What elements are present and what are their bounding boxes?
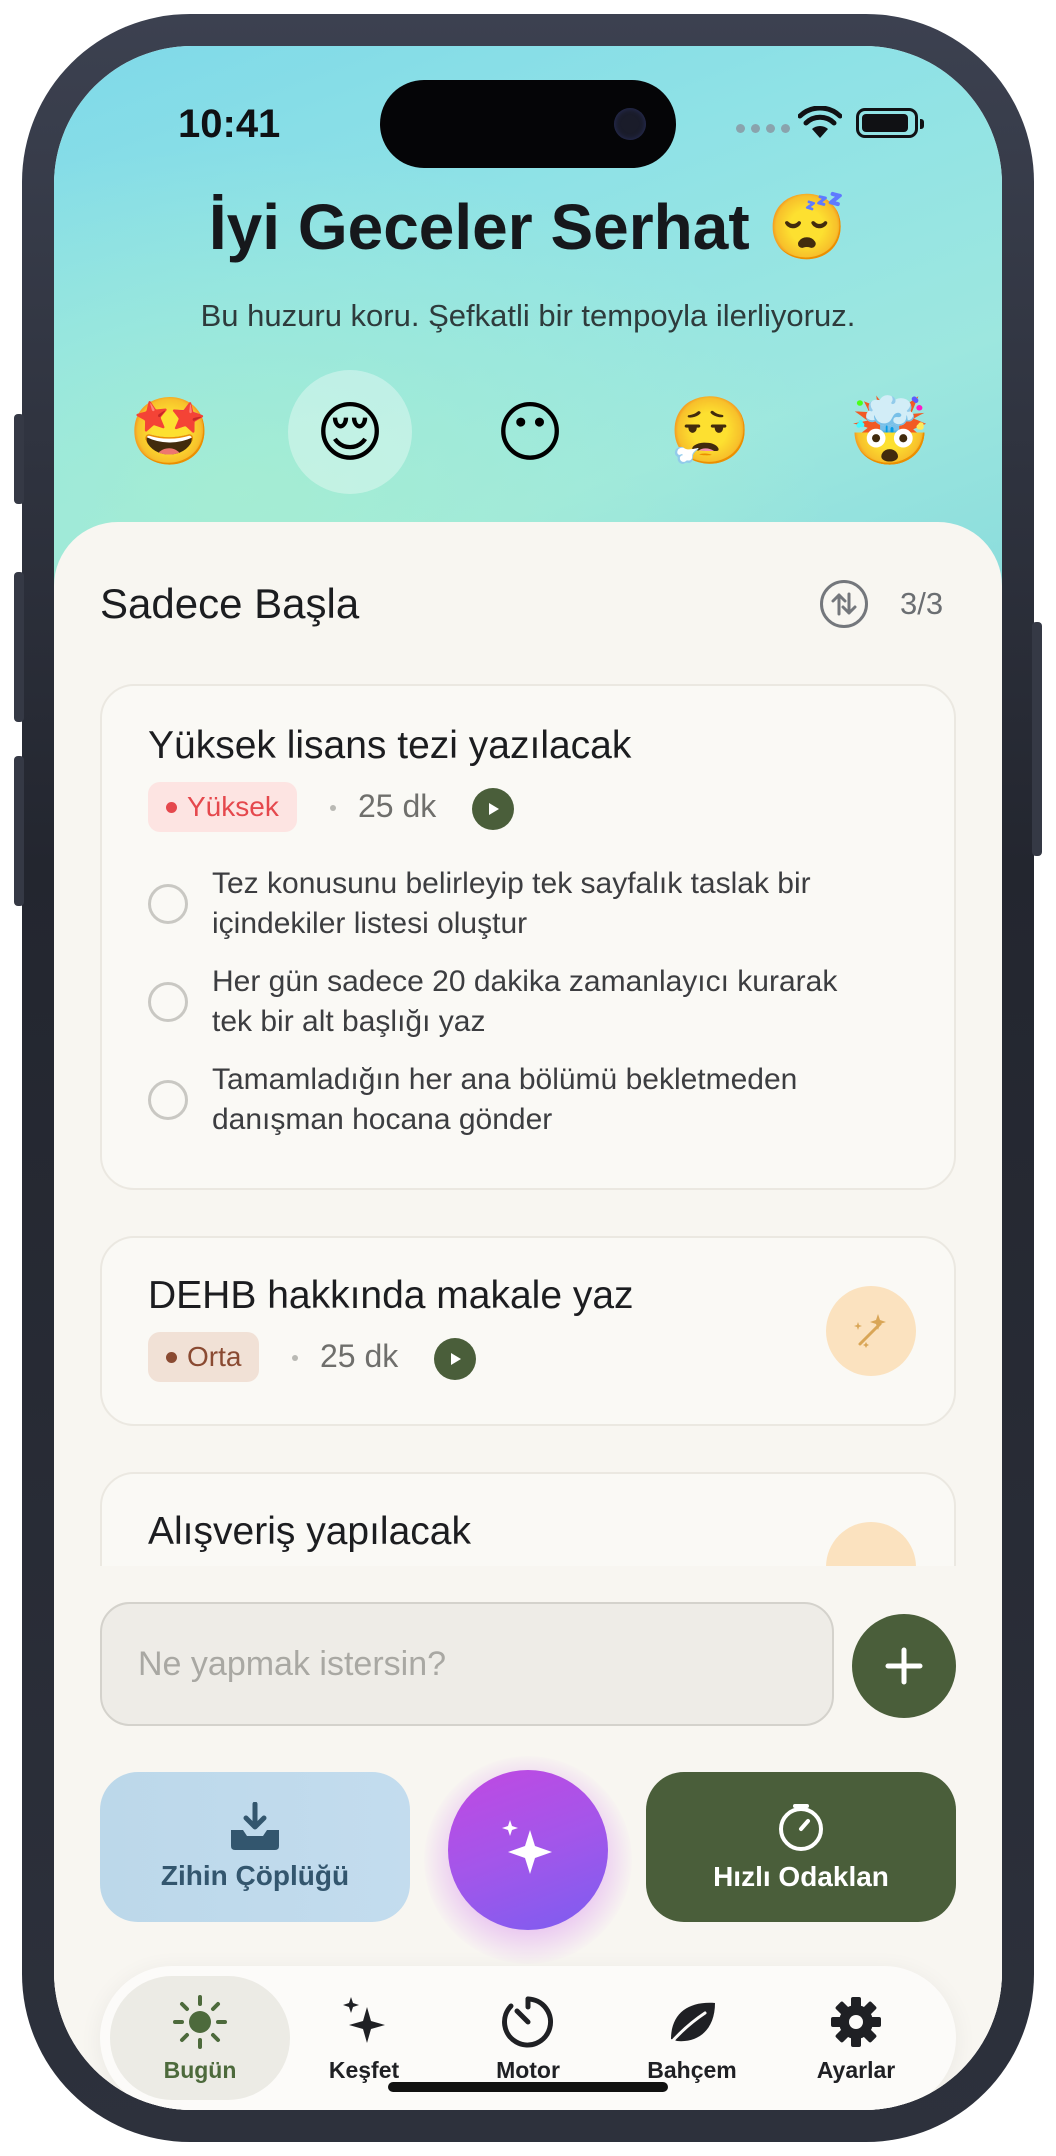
section-title: Sadece Başla [100,580,360,627]
subtask-checkbox[interactable] [148,884,188,924]
task-count: 3/3 [900,586,944,621]
gear-icon [831,1996,881,2047]
subtask-item[interactable]: Tez konusunu belirleyip tek sayfalık tas… [148,864,928,944]
mood-exhaling[interactable]: 😮‍💨 [648,370,772,494]
mood-relieved[interactable]: 😌 [288,370,412,494]
priority-label: Yüksek [187,791,279,822]
tab-today[interactable]: Bugün [110,1976,290,2100]
plus-icon [885,1647,923,1685]
tab-label: Bugün [163,2056,237,2083]
priority-badge: Orta [148,1332,260,1382]
brain-dump-button[interactable]: Zihin Çöplüğü [100,1772,410,1922]
stopwatch-icon [779,1804,823,1851]
add-task-button[interactable] [852,1614,956,1718]
priority-label: Orta [187,1341,242,1372]
subtask-line: içindekiler listesi oluştur [212,907,528,940]
task-card[interactable]: DEHB hakkında makale yaz Orta 25 dk [100,1236,956,1426]
task-duration: 25 dk [320,1338,399,1374]
status-time: 10:41 [178,102,281,146]
greeting-title: İyi Geceler Serhat 😴 [208,191,848,263]
play-icon[interactable] [434,1338,476,1380]
mood-no-mouth[interactable]: 😶 [468,370,592,494]
subtask-line: Her gün sadece 20 dakika zamanlayıcı kur… [212,965,838,998]
power-button [1032,622,1042,856]
timer-icon [502,1996,554,2047]
volume-up-button [14,572,24,722]
screen: 10:41 İyi Geceler Serhat 😴 Bu huzuru kor… [54,46,1002,2110]
bottom-panel: Ne yapmak istersin? Zihin Çöplüğü Hızlı … [54,1566,1002,2110]
subtask-text: Tamamladığın her ana bölümü bekletmeden … [212,1060,932,1140]
mood-star-struck[interactable]: 🤩 [108,370,232,494]
magic-wand-icon[interactable] [826,1286,916,1376]
camera-icon [614,108,646,140]
tab-label: Motor [496,2056,560,2083]
tab-label: Keşfet [328,2056,400,2083]
play-icon[interactable] [472,788,514,830]
home-indicator [388,2082,668,2092]
signal-dots-icon [736,124,790,133]
tab-settings[interactable]: Ayarlar [766,1976,946,2100]
subtask-line: danışman hocana gönder [212,1103,553,1136]
priority-badge: Yüksek [148,782,297,832]
sparkles-icon [343,1996,385,2043]
battery-icon [856,108,924,138]
wifi-icon [798,106,842,138]
new-task-input[interactable]: Ne yapmak istersin? [100,1602,834,1726]
brain-dump-label: Zihin Çöplüğü [160,1860,350,1891]
separator-dot [330,805,336,811]
priority-dot-icon [166,1351,177,1363]
subtask-text: Tez konusunu belirleyip tek sayfalık tas… [212,864,932,944]
task-title: Alışveriş yapılacak [148,1510,471,1553]
tab-label: Bahçem [647,2056,737,2083]
action-button [14,414,24,504]
subtask-text: Her gün sadece 20 dakika zamanlayıcı kur… [212,962,932,1042]
dynamic-island [380,80,676,168]
sparkles-icon [502,1820,552,1874]
task-duration: 25 dk [358,788,437,824]
mood-exploding-head[interactable]: 🤯 [828,370,952,494]
quick-focus-button[interactable]: Hızlı Odaklan [646,1772,956,1922]
quick-focus-label: Hızlı Odaklan [713,1861,889,1892]
volume-down-button [14,756,24,906]
mood-selector: 🤩 😌 😶 😮‍💨 🤯 [54,370,1002,494]
subtask-line: tek bir alt başlığı yaz [212,1005,486,1038]
priority-dot-icon [166,801,177,813]
ai-magic-button[interactable] [448,1770,608,1930]
leaf-icon [667,2002,715,2046]
sun-icon [173,1994,227,2049]
subtask-checkbox[interactable] [148,1080,188,1120]
task-title: DEHB hakkında makale yaz [148,1274,634,1317]
subtask-checkbox[interactable] [148,982,188,1022]
separator-dot [292,1355,298,1361]
tab-label: Ayarlar [816,2056,896,2083]
task-card[interactable]: Yüksek lisans tezi yazılacak Yüksek 25 d… [100,684,956,1190]
greeting-subtitle: Bu huzuru koru. Şefkatli bir tempoyla il… [200,298,856,333]
subtask-item[interactable]: Tamamladığın her ana bölümü bekletmeden … [148,1060,928,1140]
task-title: Yüksek lisans tezi yazılacak [148,724,632,767]
subtask-line: Tamamladığın her ana bölümü bekletmeden [212,1063,798,1096]
subtask-line: Tez konusunu belirleyip tek sayfalık tas… [212,867,811,900]
sort-arrows-icon[interactable] [820,580,868,628]
inbox-tray-icon [231,1802,279,1850]
subtask-item[interactable]: Her gün sadece 20 dakika zamanlayıcı kur… [148,962,928,1042]
